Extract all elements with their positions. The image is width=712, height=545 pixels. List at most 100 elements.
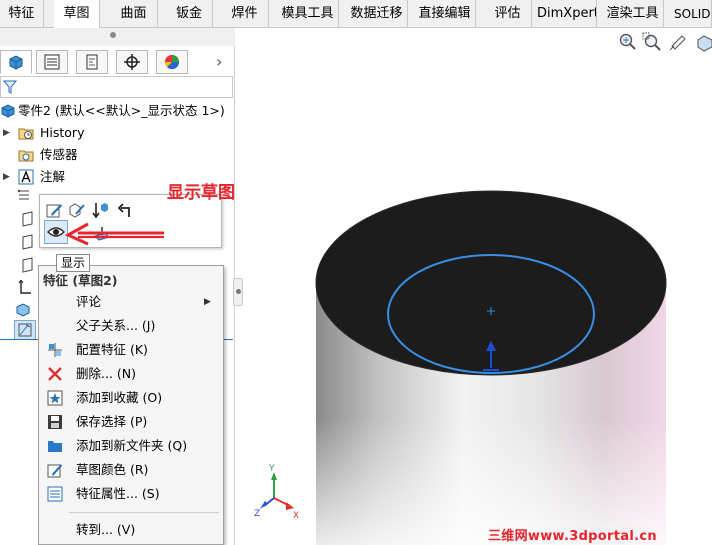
graphics-area[interactable]: Y X Z [236,28,712,545]
menu-item-label: 草图颜色 (R) [76,462,149,477]
svg-text:Z: Z [254,509,260,519]
watermark: 三维网www.3dportal.cn [488,529,657,544]
plane-icon[interactable] [20,257,34,273]
menu-header: 特征 (草图2) [43,273,118,288]
tab-features[interactable]: 特征 [0,0,44,28]
plane-icon[interactable] [20,234,34,250]
svg-text:Y: Y [268,464,275,474]
sketch-icon [18,323,32,337]
annotation-icon [18,169,34,185]
context-menu: 特征 (草图2) 评论 ▶ 父子关系... (J) 配置特征 (K) 删除...… [38,265,224,545]
menu-item-delete[interactable]: 删除... (N) [39,362,223,386]
menu-item-add-favorite[interactable]: 添加到收藏 (O) [39,386,223,410]
configure-icon [48,343,62,357]
menu-item-add-to-folder[interactable]: 添加到新文件夹 (Q) [39,434,223,458]
menu-item-feature-properties[interactable]: 特征属性... (S) [39,482,223,506]
tab-mold-tools[interactable]: 模具工具 [277,0,339,28]
tab-render-tools[interactable]: 渲染工具 [602,0,664,28]
menu-item-parent-child[interactable]: 父子关系... (J) [39,314,223,338]
submenu-arrow-icon: ▶ [204,297,211,307]
propertymanager-tab[interactable] [36,50,68,74]
tree-item-sensors[interactable]: 传感器 [0,144,234,166]
menu-separator [69,512,219,513]
manager-tabs-more-icon[interactable]: › [216,52,222,71]
menu-item-save-selection[interactable]: 保存选择 (P) [39,410,223,434]
tab-surfaces[interactable]: 曲面 [110,0,158,28]
configuration-icon [86,54,98,70]
feature-filter-bar[interactable] [0,76,233,98]
tab-direct-editing[interactable]: 直接编辑 [414,0,476,28]
panel-collapse-handle[interactable] [233,278,243,306]
collapse-dot [236,289,241,294]
return-arrow-icon [117,203,130,217]
panel-splitter[interactable] [0,28,235,46]
tab-sketch[interactable]: 草图 [54,0,100,29]
section-view-icon[interactable] [694,32,712,52]
boss-extrude-icon[interactable] [16,301,30,317]
menu-item-label: 父子关系... (J) [76,318,156,333]
display-manager-icon [164,55,180,70]
menu-item-configure-feature[interactable]: 配置特征 (K) [39,338,223,362]
menu-item-label: 添加到新文件夹 (Q) [76,438,188,453]
expand-arrow-icon[interactable]: ▶ [3,166,10,188]
command-manager-tabs: 特征 草图 曲面 钣金 焊件 模具工具 数据迁移 直接编辑 评估 DimXper… [0,0,712,29]
zoom-to-area-icon[interactable] [642,32,662,52]
rollback-button[interactable] [90,200,110,220]
edit-sketch-icon [46,204,62,218]
tab-sheet-metal[interactable]: 钣金 [166,0,213,28]
configurationmanager-tab[interactable] [76,50,108,74]
annotation-label: 显示草图 [167,183,235,203]
eye-icon [47,227,65,237]
menu-item-label: 保存选择 (P) [76,414,148,429]
previous-view-icon[interactable] [668,32,688,52]
menu-item-label: 删除... (N) [76,366,136,381]
displaymanager-tab[interactable] [156,50,188,74]
svg-text:X: X [293,511,299,521]
zoom-to-fit-icon[interactable] [618,32,638,52]
menu-item-sketch-color[interactable]: 草图颜色 (R) [39,458,223,482]
rollback-icon [92,203,108,219]
tab-dimxpert[interactable]: DimXpert [537,0,597,28]
view-triad: Y X Z [254,464,299,521]
expand-arrow-icon[interactable]: ▶ [3,122,10,144]
feature-properties-icon [47,486,63,502]
tab-evaluate[interactable]: 评估 [484,0,532,28]
menu-item-goto[interactable]: 转到... (V) [39,518,223,542]
property-list-icon [44,54,60,70]
sketch-color-icon [47,464,62,478]
folder-icon [48,441,62,452]
menu-item-comment[interactable]: 评论 ▶ [39,290,223,314]
parent-child-button[interactable] [115,200,135,220]
history-folder-icon [18,128,34,140]
filter-icon[interactable] [3,79,17,95]
menu-item-label: 评论 [76,294,102,309]
tab-weldments[interactable]: 焊件 [221,0,269,28]
selected-sketch-row[interactable] [14,320,36,340]
tree-root-part[interactable]: 零件2 (默认<<默认>_显示状态 1>) [0,100,234,122]
edit-feature-button[interactable] [67,200,87,220]
tooltip: 显示 [56,254,90,272]
crosshair-icon [124,54,140,70]
material-icon[interactable] [17,188,31,204]
dimxpertmanager-tab[interactable] [116,50,148,74]
plane-icon[interactable] [20,211,34,227]
part-icon [1,104,15,118]
tab-data-migration[interactable]: 数据迁移 [346,0,408,28]
featuremanager-tab[interactable] [0,50,32,74]
annotation-arrow [64,222,164,246]
tree-item-history[interactable]: ▶ History [0,122,234,144]
edit-sketch-button[interactable] [45,200,65,220]
part-name: 零件2 (默认<<默认>_显示状态 1>) [18,103,225,118]
model-canvas[interactable]: Y X Z [236,28,712,545]
menu-item-label: 转到... (V) [76,522,136,537]
sensor-folder-icon [18,150,34,162]
manager-tabs: › [0,48,235,74]
tree-item-label: 传感器 [40,147,78,162]
tab-solidworks-addins[interactable]: SOLIDW [670,0,712,28]
origin-icon[interactable] [18,280,32,296]
favorite-icon [47,390,63,406]
save-selection-icon [48,415,62,429]
tree-item-label: 注解 [40,169,66,184]
menu-item-label: 特征属性... (S) [76,486,160,501]
splitter-dot [110,32,116,38]
